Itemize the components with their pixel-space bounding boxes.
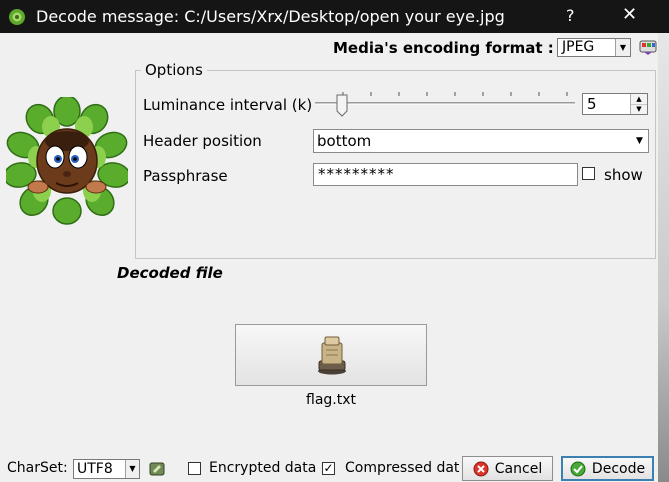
media-format-value: JPEG (562, 39, 595, 55)
charset-select[interactable]: UTF8 ▼ (73, 459, 140, 479)
passphrase-input[interactable]: ********* (313, 163, 578, 186)
cancel-button[interactable]: Cancel (462, 456, 553, 481)
encrypted-data-checkbox[interactable] (188, 462, 201, 475)
show-passphrase-checkbox[interactable] (582, 167, 595, 180)
compressed-data-label: Compressed dat (345, 460, 460, 476)
options-legend: Options (141, 61, 207, 79)
background-window-edge (658, 33, 669, 482)
charset-value: UTF8 (77, 461, 113, 477)
luminance-label: Luminance interval (k) (143, 96, 313, 114)
compressed-data-checkbox[interactable]: ✓ (322, 462, 335, 475)
title-bar: Decode message: C:/Users/Xrx/Desktop/ope… (0, 0, 669, 33)
media-format-label: Media's encoding format : (333, 39, 554, 57)
dialog-body: Media's encoding format : JPEG ▼ Options… (0, 33, 669, 482)
palette-icon[interactable] (639, 40, 657, 56)
luminance-value: 5 (587, 95, 597, 113)
window-title: Decode message: C:/Users/Xrx/Desktop/ope… (36, 7, 505, 26)
decode-button[interactable]: Decode (561, 456, 654, 481)
luminance-spinbox[interactable]: 5 ▲ ▼ (582, 93, 648, 115)
close-button[interactable]: ✕ (622, 4, 637, 25)
bottom-bar: CharSet: UTF8 ▼ Encrypted data ✓ Compres… (0, 455, 658, 482)
help-button[interactable]: ? (566, 6, 575, 25)
media-format-select[interactable]: JPEG ▼ (557, 38, 631, 57)
archive-file-icon[interactable] (316, 335, 348, 375)
cancel-icon (473, 461, 489, 476)
chevron-down-icon: ▼ (631, 130, 648, 152)
header-position-select[interactable]: bottom ▼ (313, 129, 649, 153)
luminance-slider[interactable] (313, 91, 577, 119)
charset-edit-icon[interactable] (149, 461, 165, 477)
decoded-file-label: Decoded file (117, 264, 223, 282)
checkmark-icon (570, 461, 586, 476)
show-label: show (604, 166, 643, 184)
chevron-down-icon: ▼ (615, 39, 630, 56)
decoded-file-name: flag.txt (306, 392, 356, 408)
spin-down-icon[interactable]: ▼ (631, 103, 647, 115)
leaf-app-icon (9, 9, 25, 25)
passphrase-label: Passphrase (143, 167, 228, 185)
header-position-label: Header position (143, 132, 262, 150)
leaf-mascot-icon (6, 97, 128, 225)
cancel-label: Cancel (494, 460, 543, 477)
slider-thumb (336, 94, 348, 117)
spin-up-icon[interactable]: ▲ (631, 94, 647, 104)
spin-buttons[interactable]: ▲ ▼ (630, 94, 647, 114)
chevron-down-icon: ▼ (125, 460, 139, 478)
header-position-value: bottom (317, 132, 372, 150)
decode-label: Decode (591, 460, 646, 477)
charset-label: CharSet: (7, 460, 68, 476)
encrypted-data-label: Encrypted data (209, 460, 317, 476)
